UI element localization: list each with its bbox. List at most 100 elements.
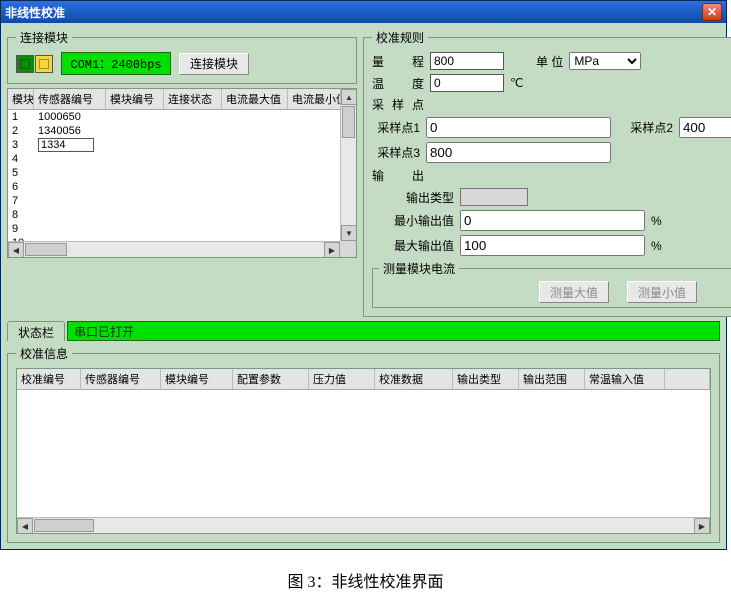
row-index: 6 xyxy=(8,181,34,193)
module-scrollbar-horizontal[interactable]: ◀ ▶ xyxy=(8,241,340,257)
scroll-up-icon[interactable]: ▲ xyxy=(341,89,357,105)
temperature-label: 温 度 xyxy=(372,75,424,92)
row-index: 2 xyxy=(8,125,34,137)
col-info-module[interactable]: 模块编号 xyxy=(161,369,233,389)
figure-caption: 图 3：非线性校准界面 xyxy=(0,568,731,592)
close-icon: ✕ xyxy=(707,5,717,19)
scroll-left-icon[interactable]: ◀ xyxy=(8,242,24,258)
row-index: 7 xyxy=(8,195,34,207)
table-row[interactable]: 5 xyxy=(8,166,356,180)
sensor-id-edit-input[interactable]: 1334 xyxy=(38,138,94,152)
table-row[interactable]: 21340056 xyxy=(8,124,356,138)
connect-legend: 连接模块 xyxy=(16,29,72,46)
col-current-max[interactable]: 电流最大值 xyxy=(222,89,288,109)
port-icon-yellow xyxy=(35,55,53,73)
col-calib-id[interactable]: 校准编号 xyxy=(17,369,81,389)
row-sensor-id: 1334 xyxy=(34,138,106,152)
row-index: 1 xyxy=(8,111,34,123)
output-type-display xyxy=(460,188,528,206)
scroll-thumb-v[interactable] xyxy=(342,106,355,138)
info-scroll-thumb-h[interactable] xyxy=(34,519,94,532)
percent-unit-2: % xyxy=(651,239,662,253)
measure-legend: 测量模块电流 xyxy=(379,260,459,277)
col-config-param[interactable]: 配置参数 xyxy=(233,369,309,389)
port-icon-green xyxy=(16,55,34,73)
output-type-label: 输出类型 xyxy=(390,189,454,206)
status-message: 串口已打开 xyxy=(74,323,134,340)
sample1-input[interactable] xyxy=(426,117,611,138)
title-bar: 非线性校准 ✕ xyxy=(1,1,726,23)
measure-min-button[interactable]: 测量小值 xyxy=(627,281,697,303)
calibration-rules-group: 校准规则 量 程 单 位 MPa 温 度 ℃ xyxy=(363,29,731,317)
connect-module-group: 连接模块 COM1：2400bps 连接模块 xyxy=(7,29,357,84)
range-input[interactable] xyxy=(430,52,504,70)
table-row[interactable]: 11000650 xyxy=(8,110,356,124)
scroll-right-icon[interactable]: ▶ xyxy=(324,242,340,258)
row-index: 8 xyxy=(8,209,34,221)
min-output-label: 最小输出值 xyxy=(390,212,454,229)
col-conn-state[interactable]: 连接状态 xyxy=(164,89,222,109)
percent-unit-1: % xyxy=(651,214,662,228)
col-out-type[interactable]: 输出类型 xyxy=(453,369,519,389)
col-module[interactable]: 模块 xyxy=(8,89,34,109)
info-scroll-right-icon[interactable]: ▶ xyxy=(694,518,710,534)
table-row[interactable]: 7 xyxy=(8,194,356,208)
measure-current-group: 测量模块电流 测量大值 测量小值 xyxy=(372,260,731,308)
window-title: 非线性校准 xyxy=(5,4,65,21)
scroll-thumb-h[interactable] xyxy=(25,243,67,256)
scroll-down-icon[interactable]: ▼ xyxy=(341,225,357,241)
connect-module-button[interactable]: 连接模块 xyxy=(179,53,249,75)
port-status-icons xyxy=(16,55,53,73)
status-bar: 串口已打开 xyxy=(67,321,720,341)
info-scroll-left-icon[interactable]: ◀ xyxy=(17,518,33,534)
rules-legend: 校准规则 xyxy=(372,29,428,46)
calibration-info-group: 校准信息 校准编号 传感器编号 模块编号 配置参数 压力值 校准数据 输出类型 … xyxy=(7,345,720,543)
row-sensor-id: 1000650 xyxy=(34,111,106,123)
range-label: 量 程 xyxy=(372,53,424,70)
col-out-range[interactable]: 输出范围 xyxy=(519,369,585,389)
max-output-input[interactable] xyxy=(460,235,645,256)
table-row[interactable]: 8 xyxy=(8,208,356,222)
unit-select[interactable]: MPa xyxy=(569,52,641,70)
max-output-label: 最大输出值 xyxy=(390,237,454,254)
output-section-label: 输出 xyxy=(372,167,424,184)
scroll-corner xyxy=(340,241,356,257)
info-legend: 校准信息 xyxy=(16,345,72,362)
col-module-id[interactable]: 模块编号 xyxy=(106,89,164,109)
module-listview[interactable]: 模块 传感器编号 模块编号 连接状态 电流最大值 电流最小值 110006502… xyxy=(7,88,357,258)
status-row: 状态栏 串口已打开 xyxy=(7,321,720,341)
unit-label: 单 位 xyxy=(536,53,563,70)
module-list-body: 11000650213400563133445678910111213 xyxy=(8,110,356,258)
sample3-input[interactable] xyxy=(426,142,611,163)
table-row[interactable]: 4 xyxy=(8,152,356,166)
module-list-header: 模块 传感器编号 模块编号 连接状态 电流最大值 电流最小值 xyxy=(8,89,356,110)
row-index: 3 xyxy=(8,139,34,151)
module-scrollbar-vertical[interactable]: ▲ ▼ xyxy=(340,89,356,241)
table-row[interactable]: 3 1334 xyxy=(8,138,356,152)
row-sensor-id: 1340056 xyxy=(34,125,106,137)
app-window: 非线性校准 ✕ 连接模块 COM1：2400bps 连接模块 xyxy=(0,0,727,550)
close-button[interactable]: ✕ xyxy=(702,3,722,21)
row-index: 5 xyxy=(8,167,34,179)
info-listview[interactable]: 校准编号 传感器编号 模块编号 配置参数 压力值 校准数据 输出类型 输出范围 … xyxy=(16,368,711,534)
info-scrollbar-horizontal[interactable]: ◀ ▶ xyxy=(17,517,710,533)
col-calib-data[interactable]: 校准数据 xyxy=(375,369,453,389)
sample-points-label: 采样点 xyxy=(372,96,424,113)
col-pressure[interactable]: 压力值 xyxy=(309,369,375,389)
sample2-input[interactable] xyxy=(679,117,731,138)
temperature-input[interactable] xyxy=(430,74,504,92)
col-info-remainder[interactable] xyxy=(665,369,710,389)
info-list-body xyxy=(17,390,710,518)
status-tab[interactable]: 状态栏 xyxy=(7,321,65,341)
info-list-header: 校准编号 传感器编号 模块编号 配置参数 压力值 校准数据 输出类型 输出范围 … xyxy=(17,369,710,390)
col-info-sensor[interactable]: 传感器编号 xyxy=(81,369,161,389)
com-port-display: COM1：2400bps xyxy=(61,52,171,75)
table-row[interactable]: 9 xyxy=(8,222,356,236)
table-row[interactable]: 6 xyxy=(8,180,356,194)
row-index: 9 xyxy=(8,223,34,235)
measure-max-button[interactable]: 测量大值 xyxy=(539,281,609,303)
col-sensor-id[interactable]: 传感器编号 xyxy=(34,89,106,109)
col-room-temp-input[interactable]: 常温输入值 xyxy=(585,369,665,389)
min-output-input[interactable] xyxy=(460,210,645,231)
temperature-unit: ℃ xyxy=(510,76,523,90)
